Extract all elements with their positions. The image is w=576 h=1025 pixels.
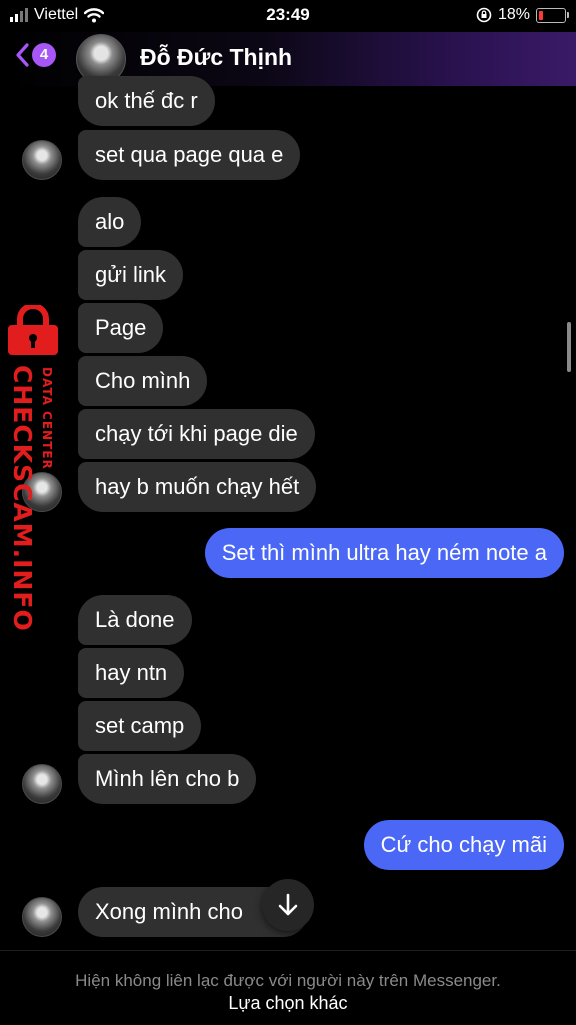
- message-bubble-incoming[interactable]: chạy tới khi page die: [78, 409, 315, 459]
- back-chevron-icon: [16, 43, 29, 67]
- message-bubble-incoming[interactable]: hay b muốn chạy hết: [78, 462, 317, 512]
- message-bubble-outgoing[interactable]: Set thì mình ultra hay ném note a: [204, 528, 564, 578]
- message-bubble-outgoing[interactable]: Cứ cho chạy mãi: [363, 820, 564, 870]
- message-bubble-incoming[interactable]: Mình lên cho b: [78, 754, 257, 804]
- message-bubble-incoming[interactable]: alo: [78, 197, 142, 247]
- status-right: 18%: [476, 6, 569, 24]
- message-bubble-incoming[interactable]: gửi link: [78, 250, 183, 300]
- avatar: [22, 897, 62, 937]
- message-bubble-incoming[interactable]: hay ntn: [78, 648, 185, 698]
- message-bubble-incoming[interactable]: set camp: [78, 701, 202, 751]
- avatar: [22, 764, 62, 804]
- battery-percent: 18%: [497, 6, 530, 23]
- message-bubble-incoming[interactable]: Page: [78, 303, 164, 353]
- watermark-text: CHECKSCAM.INFO DATA CENTER: [8, 365, 54, 632]
- back-button[interactable]: 4: [14, 42, 56, 68]
- message-bubble-incoming[interactable]: Là done: [78, 595, 192, 645]
- message-bubble-incoming[interactable]: Cho mình: [78, 356, 208, 406]
- contact-name[interactable]: Đỗ Đức Thịnh: [140, 44, 292, 71]
- message-bubble-incoming[interactable]: set qua page qua e: [78, 130, 301, 180]
- watermark-main: CHECKSCAM.INFO: [8, 365, 37, 632]
- other-options-button[interactable]: Lựa chọn khác: [0, 993, 576, 1014]
- watermark-sub: DATA CENTER: [40, 367, 54, 470]
- watermark: CHECKSCAM.INFO DATA CENTER: [2, 305, 64, 632]
- battery-icon: [536, 7, 569, 23]
- lock-icon: [8, 305, 58, 355]
- scroll-down-arrow-icon: [278, 893, 298, 916]
- scroll-to-bottom-button[interactable]: [262, 879, 314, 931]
- unavailable-notice: Hiện không liên lạc được với người này t…: [75, 971, 501, 990]
- lock-rotation-icon: [476, 7, 492, 23]
- status-bar: Viettel 23:49 18%: [0, 0, 576, 32]
- composer-disabled-footer: Hiện không liên lạc được với người này t…: [0, 950, 576, 1025]
- scrollbar[interactable]: [567, 322, 571, 372]
- unread-count-badge: 4: [32, 43, 56, 67]
- message-bubble-incoming[interactable]: ok thế đc r: [78, 76, 215, 126]
- avatar: [22, 140, 62, 180]
